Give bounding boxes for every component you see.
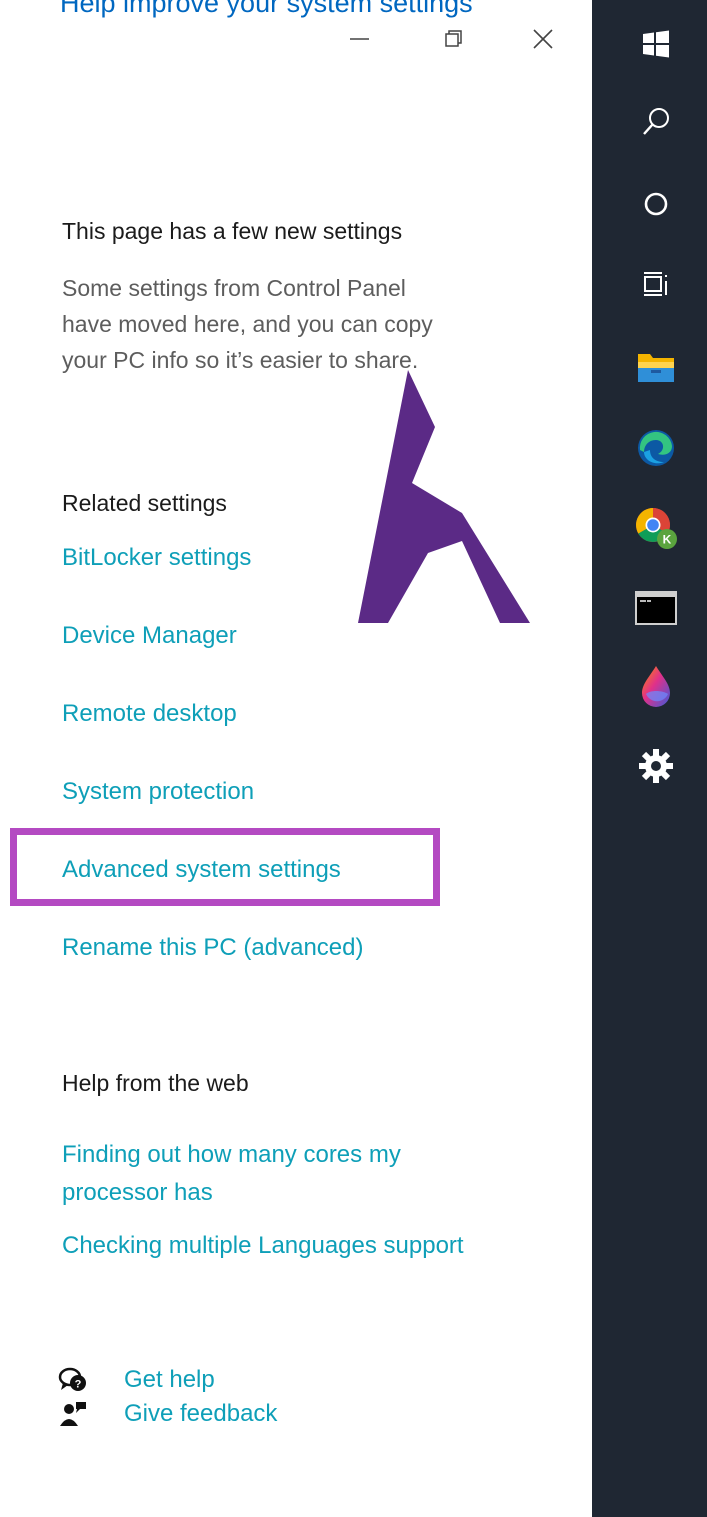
- give-feedback-icon: [56, 1397, 90, 1431]
- edge-button[interactable]: [634, 426, 678, 470]
- terminal-button[interactable]: [634, 586, 678, 630]
- new-settings-description: Some settings from Control Panel have mo…: [62, 270, 562, 378]
- terminal-icon: [635, 591, 677, 625]
- rename-pc-link[interactable]: Rename this PC (advanced): [62, 934, 363, 962]
- settings-button[interactable]: [634, 744, 678, 788]
- taskbar: K: [592, 0, 707, 1517]
- file-explorer-button[interactable]: [634, 346, 678, 390]
- restore-icon: [445, 30, 462, 47]
- cortana-button[interactable]: [634, 182, 678, 226]
- file-explorer-icon: [638, 354, 674, 382]
- close-button[interactable]: [526, 22, 560, 56]
- give-feedback-label: Give feedback: [124, 1400, 278, 1427]
- minimize-button[interactable]: [342, 22, 376, 56]
- chrome-button[interactable]: K: [634, 506, 678, 550]
- search-button[interactable]: [634, 100, 678, 144]
- restore-button[interactable]: [436, 22, 470, 56]
- search-icon: [643, 108, 669, 135]
- cortana-icon: [644, 192, 668, 216]
- advanced-system-settings-link[interactable]: Advanced system settings: [62, 856, 341, 884]
- edge-icon: [638, 430, 674, 466]
- remote-desktop-link[interactable]: Remote desktop: [62, 700, 237, 728]
- cores-help-link[interactable]: Finding out how many cores my processor …: [62, 1136, 401, 1212]
- svg-text:?: ?: [75, 1379, 82, 1391]
- chrome-icon: K: [636, 508, 677, 549]
- bitlocker-settings-link[interactable]: BitLocker settings: [62, 544, 251, 572]
- description-line: have moved here, and you can copy: [62, 311, 433, 337]
- related-settings-title: Related settings: [62, 490, 227, 516]
- get-help-item[interactable]: ? Get help: [56, 1362, 215, 1398]
- paint-icon: [642, 666, 670, 707]
- link-line: processor has: [62, 1179, 213, 1206]
- give-feedback-item[interactable]: Give feedback: [56, 1396, 277, 1432]
- help-web-title: Help from the web: [62, 1070, 249, 1096]
- languages-help-link[interactable]: Checking multiple Languages support: [62, 1232, 464, 1260]
- get-help-label: Get help: [124, 1366, 215, 1393]
- device-manager-link[interactable]: Device Manager: [62, 622, 237, 650]
- description-line: Some settings from Control Panel: [62, 275, 406, 301]
- settings-window: Help improve your system settings This p…: [0, 0, 592, 1517]
- task-view-button[interactable]: [634, 262, 678, 306]
- windows-start-icon: [643, 30, 669, 58]
- link-line: Finding out how many cores my: [62, 1141, 401, 1168]
- top-partial-link[interactable]: Help improve your system settings: [60, 0, 473, 19]
- paint-button[interactable]: [634, 664, 678, 708]
- windows-start-button[interactable]: [634, 22, 678, 66]
- chrome-profile-badge: K: [663, 533, 672, 547]
- screen: Help improve your system settings This p…: [0, 0, 707, 1517]
- get-help-icon: ?: [56, 1363, 90, 1397]
- system-protection-link[interactable]: System protection: [62, 778, 254, 806]
- task-view-icon: [644, 272, 667, 296]
- logo-watermark-icon: [358, 370, 530, 623]
- minimize-icon: [350, 38, 369, 40]
- close-icon: [533, 29, 553, 49]
- new-settings-title: This page has a few new settings: [62, 218, 403, 244]
- settings-icon: [639, 749, 673, 783]
